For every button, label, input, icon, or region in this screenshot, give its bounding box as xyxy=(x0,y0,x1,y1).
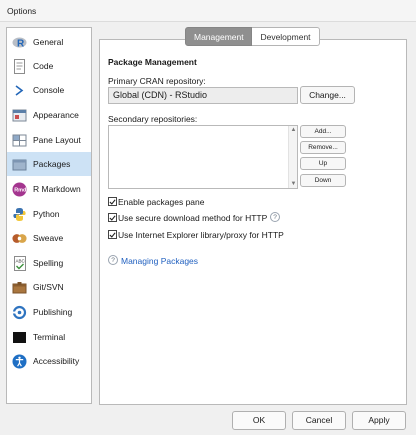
sidebar-item-code[interactable]: Code xyxy=(7,54,91,78)
sidebar-item-label: Accessibility xyxy=(33,356,80,366)
primary-repo-field[interactable]: Global (CDN) - RStudio xyxy=(108,87,298,104)
r-logo-icon: R xyxy=(12,35,27,50)
help-icon: ? xyxy=(108,255,118,265)
remove-button[interactable]: Remove... xyxy=(300,141,346,154)
sidebar-item-accessibility[interactable]: Accessibility xyxy=(7,349,91,373)
publishing-icon xyxy=(12,305,27,320)
sidebar-item-python[interactable]: Python xyxy=(7,202,91,226)
cancel-button[interactable]: Cancel xyxy=(292,411,346,430)
sidebar-item-label: Git/SVN xyxy=(33,282,64,292)
spelling-icon: ABC xyxy=(12,255,27,271)
scrollbar[interactable]: ▲ ▼ xyxy=(288,126,297,188)
sidebar-item-label: Code xyxy=(33,61,54,71)
sidebar-item-label: R Markdown xyxy=(33,184,81,194)
sidebar-item-label: Terminal xyxy=(33,332,66,342)
sidebar-item-git-svn[interactable]: Git/SVN xyxy=(7,275,91,299)
secondary-repos-list[interactable]: ▲ ▼ xyxy=(108,125,298,189)
sidebar-item-pane-layout[interactable]: Pane Layout xyxy=(7,128,91,152)
options-sidebar: R General Code Console Appearance Pane L… xyxy=(6,27,92,404)
sidebar-item-label: Pane Layout xyxy=(33,135,81,145)
tab-development[interactable]: Development xyxy=(252,27,320,46)
up-button[interactable]: Up xyxy=(300,157,346,170)
terminal-icon xyxy=(12,330,27,345)
code-page-icon xyxy=(12,58,27,74)
secure-download-label: Use secure download method for HTTP xyxy=(118,213,268,223)
packages-icon xyxy=(12,157,27,172)
secondary-repos-label: Secondary repositories: xyxy=(108,114,198,124)
checkmark-icon xyxy=(109,231,116,238)
sidebar-item-console[interactable]: Console xyxy=(7,78,91,102)
accessibility-icon xyxy=(12,354,27,369)
secure-download-checkbox[interactable] xyxy=(108,213,117,222)
sidebar-item-label: Appearance xyxy=(33,110,79,120)
tab-bar: Management Development xyxy=(185,27,320,46)
svg-text:R: R xyxy=(17,38,25,49)
sidebar-item-general[interactable]: R General xyxy=(7,30,91,54)
section-title: Package Management xyxy=(108,57,197,67)
ie-proxy-label: Use Internet Explorer library/proxy for … xyxy=(118,230,284,240)
sidebar-item-r-markdown[interactable]: Rmd R Markdown xyxy=(7,177,91,201)
python-icon xyxy=(12,207,27,222)
down-button[interactable]: Down xyxy=(300,174,346,187)
svg-text:Rmd: Rmd xyxy=(14,187,26,193)
sidebar-item-label: General xyxy=(33,37,64,47)
sidebar-item-packages[interactable]: Packages xyxy=(7,152,91,176)
window-title: Options xyxy=(7,6,37,16)
enable-packages-pane-label: Enable packages pane xyxy=(118,197,205,207)
sidebar-item-label: Packages xyxy=(33,159,71,169)
sidebar-item-appearance[interactable]: Appearance xyxy=(7,103,91,127)
scroll-up-arrow-icon[interactable]: ▲ xyxy=(290,127,297,133)
scroll-down-arrow-icon[interactable]: ▼ xyxy=(290,181,297,187)
enable-packages-pane-checkbox[interactable] xyxy=(108,197,117,206)
sidebar-item-terminal[interactable]: Terminal xyxy=(7,325,91,349)
managing-packages-link[interactable]: Managing Packages xyxy=(121,256,198,266)
sidebar-item-label: Sweave xyxy=(33,233,64,243)
apply-button[interactable]: Apply xyxy=(352,411,406,430)
add-button[interactable]: Add... xyxy=(300,125,346,138)
ok-button[interactable]: OK xyxy=(232,411,286,430)
tab-management[interactable]: Management xyxy=(185,27,252,46)
rmarkdown-icon: Rmd xyxy=(12,182,27,197)
sidebar-item-label: Publishing xyxy=(33,307,73,317)
primary-repo-label: Primary CRAN repository: xyxy=(108,76,206,86)
sidebar-item-label: Spelling xyxy=(33,258,64,268)
sidebar-item-spelling[interactable]: ABC Spelling xyxy=(7,251,91,275)
help-icon[interactable]: ? xyxy=(270,212,280,222)
title-bar: Options xyxy=(0,0,416,22)
console-prompt-icon xyxy=(12,83,27,98)
change-button[interactable]: Change... xyxy=(300,86,355,104)
pane-layout-icon xyxy=(12,133,27,148)
ie-proxy-checkbox[interactable] xyxy=(108,230,117,239)
svg-text:ABC: ABC xyxy=(15,258,25,263)
appearance-icon xyxy=(12,108,27,123)
checkmark-icon xyxy=(109,198,116,205)
git-svn-icon xyxy=(12,280,27,295)
checkmark-icon xyxy=(109,214,116,221)
sidebar-item-label: Console xyxy=(33,85,65,95)
sidebar-item-sweave[interactable]: Sweave xyxy=(7,226,91,250)
sidebar-item-label: Python xyxy=(33,209,60,219)
sweave-icon xyxy=(12,231,27,246)
sidebar-item-publishing[interactable]: Publishing xyxy=(7,300,91,324)
